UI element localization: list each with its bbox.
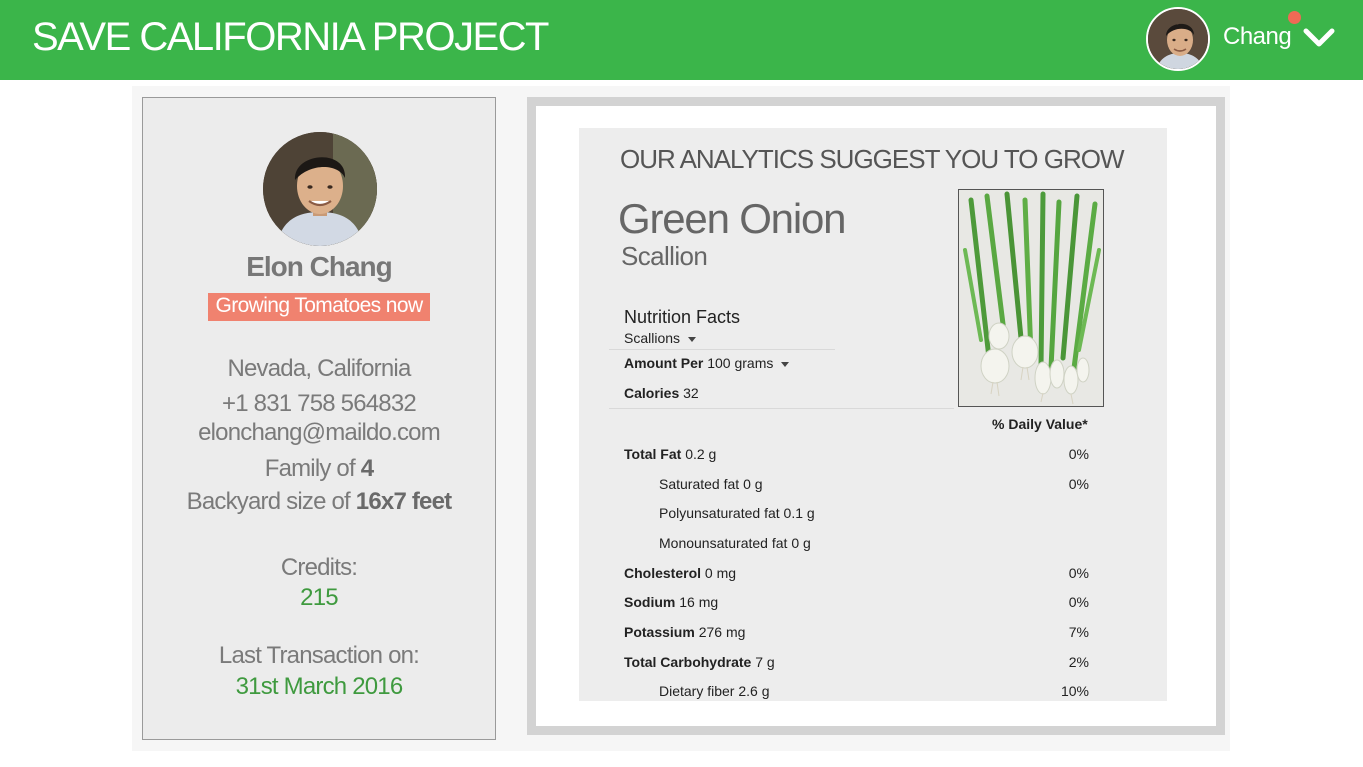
backyard-prefix: Backyard size of xyxy=(186,488,351,515)
nutrient-row: Monounsaturated fat 0 g xyxy=(659,535,811,551)
credits-value: 215 xyxy=(300,584,338,611)
status-badge: Growing Tomatoes now xyxy=(208,293,430,321)
nutrient-pct: 0% xyxy=(1068,476,1089,492)
notification-dot-icon[interactable] xyxy=(1288,11,1301,24)
header-avatar[interactable] xyxy=(1146,7,1210,71)
family-prefix: Family of xyxy=(264,455,356,482)
calories-row: Calories 32 xyxy=(624,385,699,401)
profile-family: Family of 4 xyxy=(143,455,495,483)
nutrient-pct: 10% xyxy=(1060,683,1089,699)
nutrient-row: Polyunsaturated fat 0.1 g xyxy=(659,505,815,521)
daily-value-header: % Daily Value* xyxy=(992,416,1088,432)
nutrient-pct: 7% xyxy=(1068,624,1089,640)
profile-location: Nevada, California xyxy=(227,355,411,382)
caret-down-icon xyxy=(688,336,697,342)
nutrition-item-select-value: Scallions xyxy=(624,330,681,346)
caret-down-icon xyxy=(781,361,790,367)
calories-value: 32 xyxy=(683,385,699,401)
profile-backyard: Backyard size of 16x7 feet xyxy=(143,488,495,516)
chevron-down-icon[interactable] xyxy=(1303,25,1335,51)
nutrient-pct: 0% xyxy=(1068,446,1089,462)
plant-name: Green Onion xyxy=(618,195,846,242)
top-header: SAVE CALIFORNIA PROJECT Chang xyxy=(0,0,1363,80)
family-value: 4 xyxy=(360,455,374,482)
profile-email: elonchang@maildo.com xyxy=(198,419,441,446)
backyard-value: 16x7 feet xyxy=(355,488,452,515)
amount-per-label: Amount Per xyxy=(624,355,704,371)
nutrient-row: Sodium 16 mg xyxy=(624,594,719,610)
app-title: SAVE CALIFORNIA PROJECT xyxy=(32,15,550,59)
profile-phone: +1 831 758 564832 xyxy=(222,390,417,417)
nutrient-row: Cholesterol 0 mg xyxy=(624,565,737,581)
credits-label: Credits: xyxy=(280,554,358,581)
profile-name: Elon Chang xyxy=(246,251,393,282)
nutrient-row: Saturated fat 0 g xyxy=(659,476,763,492)
amount-per-select[interactable]: Amount Per 100 grams xyxy=(624,355,790,371)
last-transaction-value: 31st March 2016 xyxy=(235,673,404,700)
nutrition-item-select[interactable]: Scallions xyxy=(624,330,697,346)
nutrient-row: Potassium 276 mg xyxy=(624,624,746,640)
profile-avatar xyxy=(263,132,377,246)
nutrient-row: Total Fat 0.2 g xyxy=(624,446,717,462)
profile-card: Elon Chang Growing Tomatoes now Nevada, … xyxy=(142,97,496,740)
nutrition-title: Nutrition Facts xyxy=(624,307,741,327)
nutrient-pct: 0% xyxy=(1068,565,1089,581)
header-user-name[interactable]: Chang xyxy=(1223,23,1292,51)
recommendation-heading: OUR ANALYTICS SUGGEST YOU TO GROW xyxy=(620,144,1124,174)
status-wrapper: Growing Tomatoes now xyxy=(143,293,495,321)
divider xyxy=(609,349,835,350)
nutrient-row: Dietary fiber 2.6 g xyxy=(659,683,770,699)
calories-label: Calories xyxy=(624,385,680,401)
amount-per-unit: 100 grams xyxy=(707,355,774,371)
nutrient-pct: 2% xyxy=(1068,654,1089,670)
last-transaction-label: Last Transaction on: xyxy=(218,642,420,669)
divider xyxy=(609,408,954,409)
nutrient-row: Total Carbohydrate 7 g xyxy=(624,654,775,670)
plant-image xyxy=(958,189,1104,407)
nutrient-pct: 0% xyxy=(1068,594,1089,610)
plant-alt-name: Scallion xyxy=(621,241,708,271)
